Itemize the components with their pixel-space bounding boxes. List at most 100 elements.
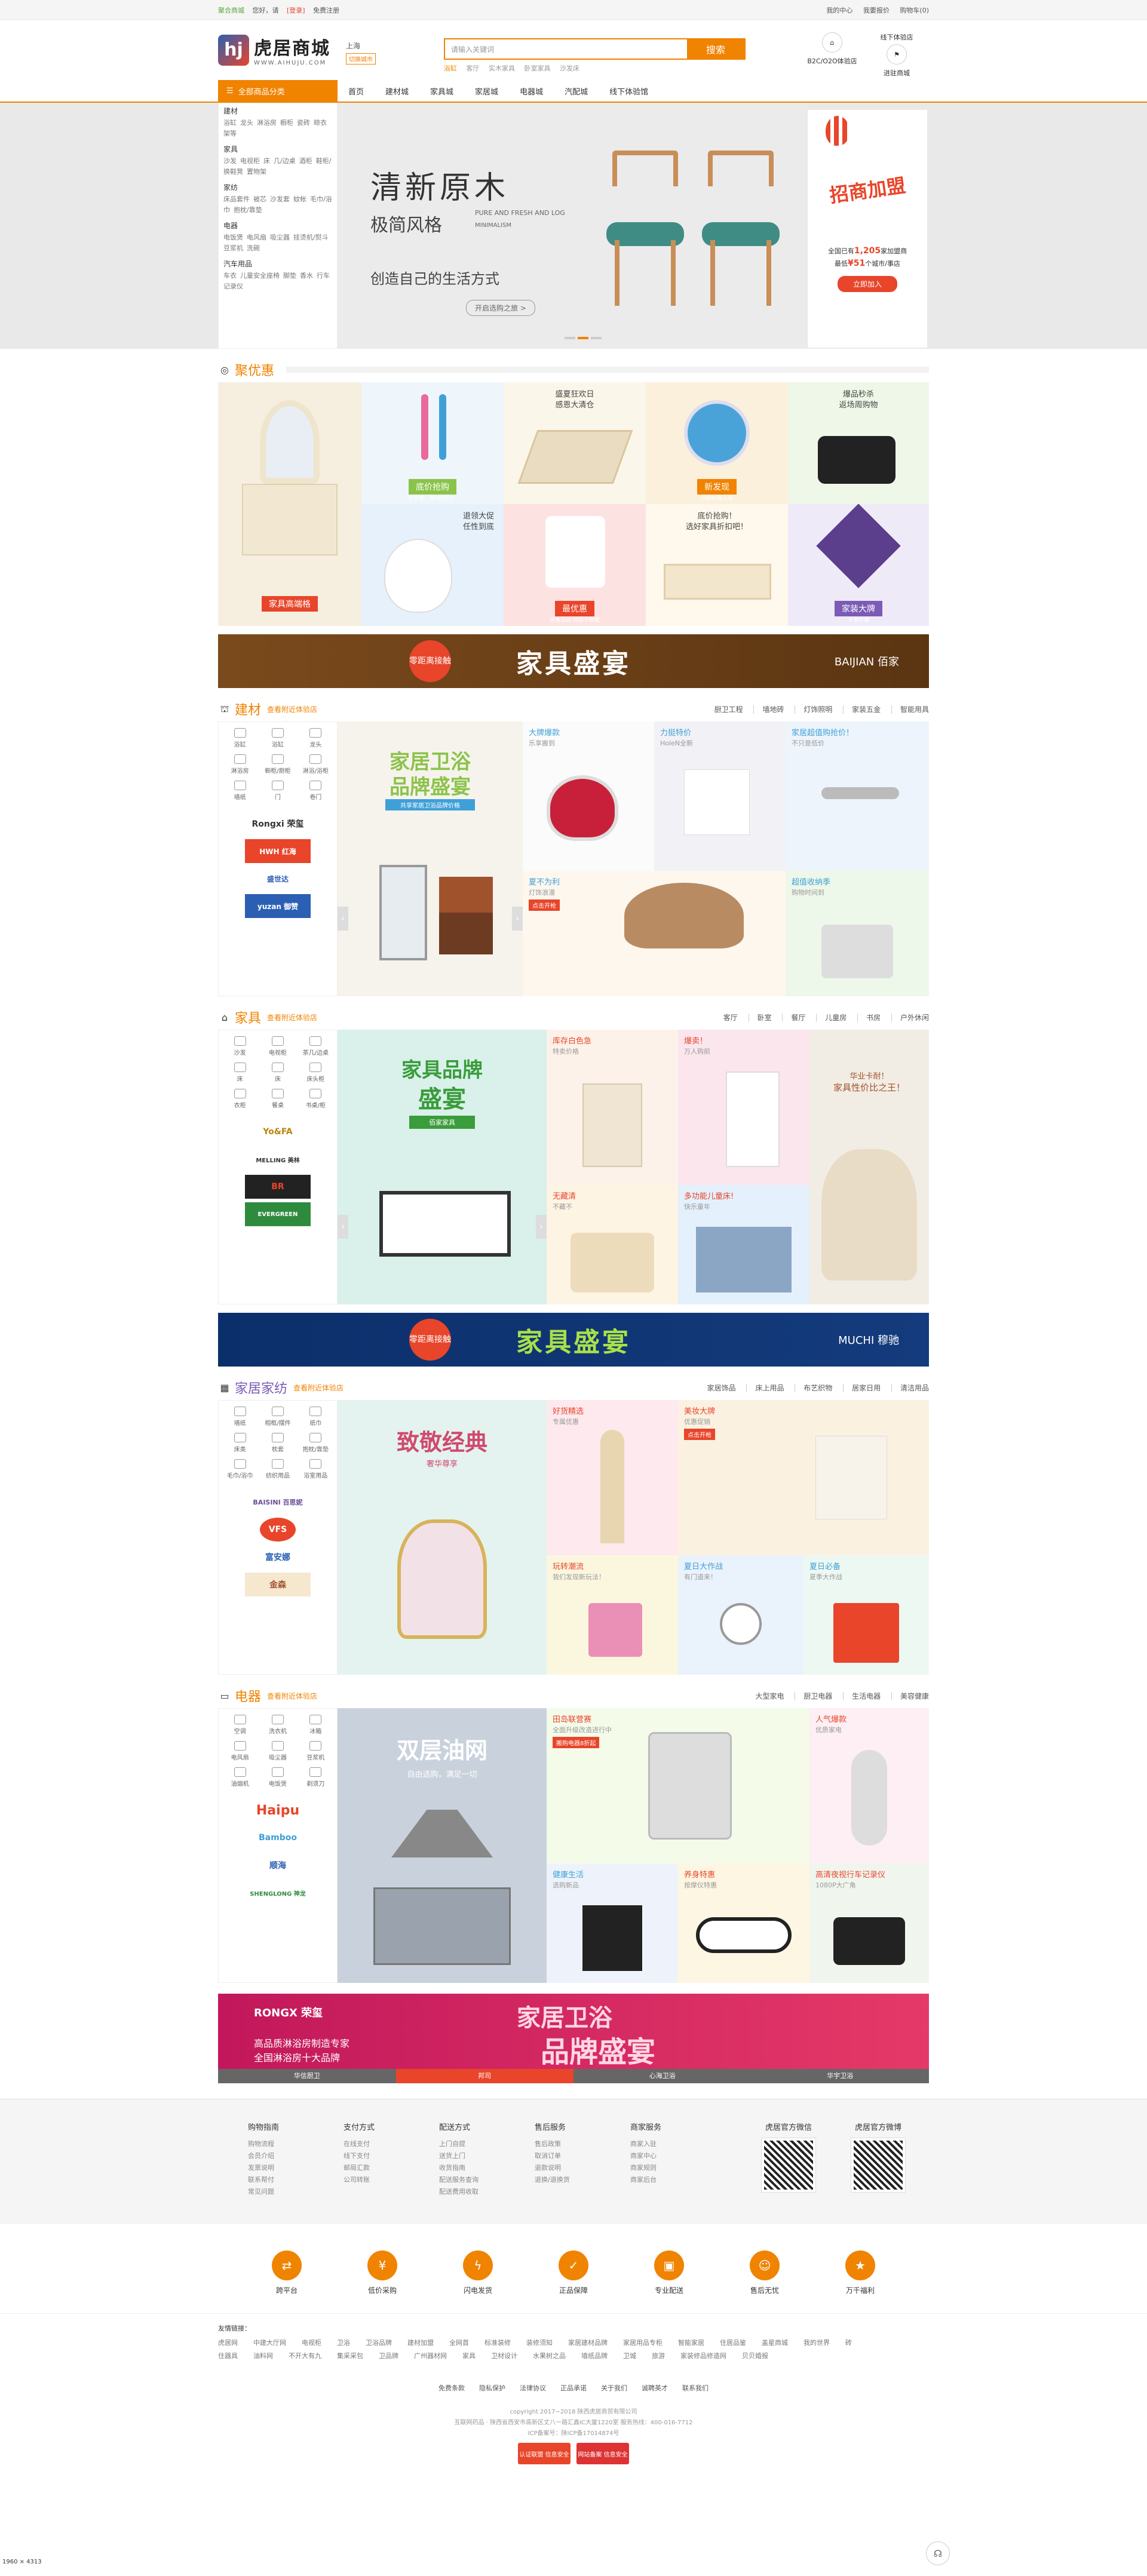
section-tab[interactable]: 灯饰照明 <box>795 705 833 714</box>
badge[interactable]: 网站备案 信息安全 <box>576 2443 629 2464</box>
all-categories-button[interactable]: ☰ 全部商品分类 <box>218 80 338 102</box>
section-tab[interactable]: 书房 <box>857 1013 881 1022</box>
section-tab[interactable]: 厨卫工程 <box>706 705 743 714</box>
friend-link[interactable]: 住器具 <box>218 2352 238 2360</box>
friend-link[interactable]: 盖星商城 <box>762 2339 788 2347</box>
hot-word[interactable]: 客厅 <box>467 65 480 72</box>
footer-link[interactable]: 会员介绍 <box>248 2150 312 2162</box>
promo-cell[interactable]: 爆品秒杀 返场周购物 <box>788 382 929 504</box>
section-tab[interactable]: 清洁用品 <box>891 1383 929 1392</box>
register-link[interactable]: 免费注册 <box>313 7 339 14</box>
cat-link[interactable]: 酒柜 <box>299 157 312 165</box>
subcat-item[interactable]: 纸巾 <box>297 1404 335 1430</box>
brand-logo[interactable]: 富安娜 <box>245 1545 311 1569</box>
cat-title[interactable]: 家纺 <box>223 182 332 192</box>
subcat-item[interactable]: 沙发 <box>221 1034 259 1060</box>
big-promo-panel[interactable]: 家具品牌 盛宴 佰家家具 ‹ › <box>338 1030 547 1304</box>
cat-link[interactable]: 挂烫机/熨斗 <box>293 234 329 241</box>
product-cell[interactable]: 夏日大作战 有门道来！ <box>678 1555 803 1675</box>
promo-cell[interactable]: 底价抢购 开学季，期待你们！ <box>361 382 504 504</box>
subcat-item[interactable]: 纺织用品 <box>259 1457 296 1483</box>
site-logo[interactable]: hj 虎居商城 WWW.AIHUJU.COM <box>218 33 330 66</box>
cat-link[interactable]: 电风扇 <box>247 234 266 241</box>
footer-link[interactable]: 送货上门 <box>439 2150 504 2162</box>
subcat-item[interactable]: 淋浴/浴柜 <box>297 752 335 778</box>
footer-link[interactable]: 退款说明 <box>535 2162 599 2174</box>
subcat-item[interactable]: 浴缸 <box>259 726 296 752</box>
subcat-item[interactable]: 毛巾/浴巾 <box>221 1457 259 1483</box>
badge[interactable]: 认证联盟 信息安全 <box>518 2443 571 2464</box>
join-mall-link[interactable]: 线下体验店 ⚑ 进驻商城 <box>864 32 929 78</box>
friend-link[interactable]: 卫城 <box>623 2352 636 2360</box>
footer-link[interactable]: 公司转账 <box>344 2174 408 2186</box>
brand-logo[interactable]: Haipu <box>245 1798 311 1822</box>
friend-link[interactable]: 卫浴 <box>337 2339 350 2347</box>
promo-banner-large[interactable]: RONGX 荣玺 高品质淋浴房制造专家 全国淋浴房十大品牌 家居卫浴 品牌盛宴 … <box>218 1994 929 2083</box>
section-tab[interactable]: 餐厅 <box>782 1013 806 1022</box>
subcat-item[interactable]: 抱枕/靠垫 <box>297 1430 335 1457</box>
subcat-item[interactable]: 吸尘器 <box>259 1739 296 1765</box>
friend-link[interactable]: 住居品鉴 <box>720 2339 746 2347</box>
subcat-item[interactable]: 橱柜/厨柜 <box>259 752 296 778</box>
friend-link[interactable]: 水果树之品 <box>533 2352 566 2360</box>
friend-link[interactable]: 虎居网 <box>218 2339 238 2347</box>
subcat-item[interactable]: 剃须刀 <box>297 1765 335 1791</box>
bottom-link[interactable]: 免费条款 <box>438 2384 465 2392</box>
footer-link[interactable]: 常见问题 <box>248 2186 312 2198</box>
footer-link[interactable]: 配送服务查询 <box>439 2174 504 2186</box>
product-cell[interactable]: 夏不为利 灯饰浪漫 点击开枪 <box>523 871 786 996</box>
section-tab[interactable]: 户外休闲 <box>891 1013 929 1022</box>
friend-link[interactable]: 广州器材网 <box>414 2352 447 2360</box>
footer-link[interactable]: 购物流程 <box>248 2138 312 2150</box>
subcat-item[interactable]: 床 <box>221 1060 259 1086</box>
section-tab[interactable]: 床上用品 <box>746 1383 784 1392</box>
friend-link[interactable]: 旅游 <box>652 2352 665 2360</box>
subcat-item[interactable]: 油烟机 <box>221 1765 259 1791</box>
section-tab[interactable]: 厨卫电器 <box>795 1691 833 1700</box>
promo-cell[interactable]: 退领大促 任性到底 <box>361 504 504 626</box>
friend-link[interactable]: 卫品牌 <box>379 2352 398 2360</box>
footer-link[interactable]: 商家中心 <box>630 2150 695 2162</box>
product-cell[interactable]: 人气爆款 优质家电 <box>809 1708 929 1863</box>
brand-logo[interactable]: EVERGREEN <box>245 1202 311 1226</box>
cat-link[interactable]: 置物架 <box>247 168 266 176</box>
subcat-item[interactable]: 卷门 <box>297 778 335 805</box>
banner-tab[interactable]: 华信厨卫 <box>218 2069 396 2083</box>
subcat-item[interactable]: 门 <box>259 778 296 805</box>
slide-button[interactable]: 开启选购之旅 > <box>466 300 535 316</box>
subcat-item[interactable]: 茶几/边桌 <box>297 1034 335 1060</box>
brand-logo[interactable]: BR <box>245 1175 311 1199</box>
subcat-item[interactable]: 浴室用品 <box>297 1457 335 1483</box>
hot-word[interactable]: 实木家具 <box>489 65 515 72</box>
prev-arrow-icon[interactable]: ‹ <box>338 1215 348 1239</box>
product-cell[interactable]: 大牌爆款 乐享搬到 <box>523 721 654 871</box>
section-tab[interactable]: 居家日用 <box>843 1383 881 1392</box>
brand-logo[interactable]: HWH 红海 <box>245 839 311 863</box>
join-now-button[interactable]: 立即加入 <box>838 276 897 292</box>
promo-cell[interactable]: 家具高端格 <box>218 382 361 626</box>
cat-link[interactable]: 香水 <box>300 272 313 280</box>
subcat-item[interactable]: 豆浆机 <box>297 1739 335 1765</box>
footer-link[interactable]: 发票说明 <box>248 2162 312 2174</box>
big-promo-panel[interactable]: 双层油网 自由选购，满足一切 <box>338 1708 547 1983</box>
hero-slide[interactable]: 清新原木 极简风格 PURE AND FRESH AND LOG MINIMAL… <box>338 103 806 349</box>
promo-banner[interactable]: 零距离接触 家具盛宴 MUCHI 穆驰 <box>218 1313 929 1367</box>
nearby-store-link[interactable]: 查看附近体验店 <box>267 704 317 714</box>
nearby-store-link[interactable]: 查看附近体验店 <box>267 1691 317 1701</box>
nav-item[interactable]: 汽配城 <box>565 85 588 97</box>
section-tab[interactable]: 家居饰品 <box>699 1384 736 1392</box>
product-cell[interactable]: 玩转潮流 我们发现新玩法！ <box>547 1555 678 1675</box>
subcat-item[interactable]: 书桌/柜 <box>297 1086 335 1113</box>
friend-link[interactable]: 中建大厅网 <box>253 2339 286 2347</box>
brand-logo[interactable]: VFS <box>260 1518 296 1542</box>
brand-logo[interactable]: 金森 <box>245 1573 311 1596</box>
promo-cell[interactable]: 新发现 扫地机器人等 <box>646 382 788 504</box>
friend-link[interactable]: 标准装修 <box>484 2339 511 2347</box>
footer-link[interactable]: 在线支付 <box>344 2138 408 2150</box>
friend-link[interactable]: 墙纸品牌 <box>581 2352 608 2360</box>
subcat-item[interactable]: 床 <box>259 1060 296 1086</box>
friend-link[interactable]: 集采采包 <box>337 2352 363 2360</box>
big-promo-panel[interactable]: 家居卫浴 品牌盛宴 共享家居卫浴品牌价格 ‹ › <box>338 721 523 996</box>
slide-dots[interactable] <box>565 337 602 339</box>
cat-title[interactable]: 汽车用品 <box>223 259 332 269</box>
